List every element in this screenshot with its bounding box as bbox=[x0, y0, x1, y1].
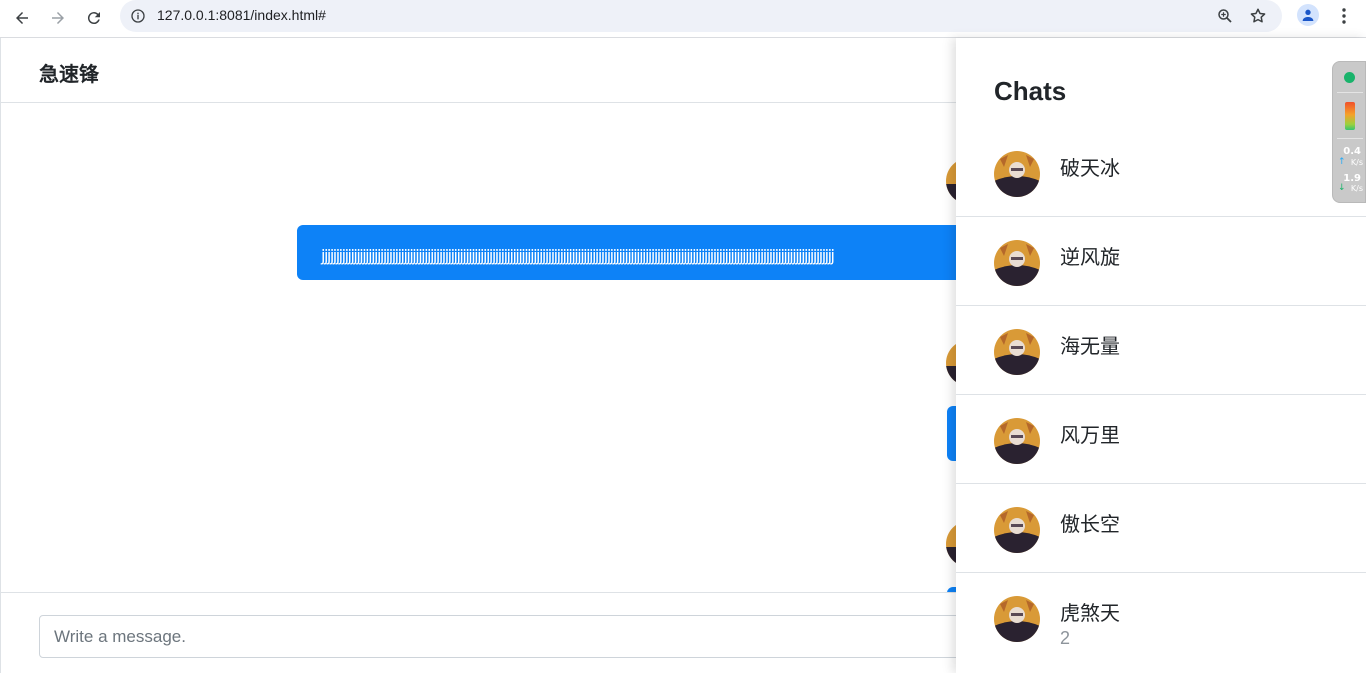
network-speed-widget[interactable]: 0.4 ↑ K/s 1.9 ↓ K/s bbox=[1332, 61, 1366, 203]
address-bar[interactable]: 127.0.0.1:8081/index.html# bbox=[120, 0, 1282, 32]
chat-name: 傲长空 bbox=[1060, 512, 1120, 536]
bookmark-star-icon[interactable] bbox=[1246, 4, 1270, 28]
divider bbox=[1337, 138, 1363, 139]
message-text: jjjjjjjjjjjjjjjjjjjjjjjjjjjjjjjjjjjjjjjj… bbox=[321, 246, 835, 265]
message-bubble: jjjjjjjjjjjjjjjjjjjjjjjjjjjjjjjjjjjjjjjj… bbox=[297, 225, 997, 280]
chat-name: 虎煞天 bbox=[1060, 601, 1120, 625]
upload-speed: 0.4 bbox=[1343, 146, 1361, 157]
zoom-icon[interactable] bbox=[1213, 4, 1237, 28]
chat-item[interactable]: 虎煞天 2 bbox=[956, 573, 1366, 662]
reload-icon[interactable] bbox=[79, 3, 109, 33]
page-title: 急速锋 bbox=[39, 62, 99, 86]
avatar bbox=[994, 151, 1040, 197]
avatar bbox=[994, 329, 1040, 375]
chat-item[interactable]: 风万里 bbox=[956, 395, 1366, 484]
profile-icon[interactable] bbox=[1297, 4, 1319, 26]
download-unit: K/s bbox=[1350, 184, 1363, 193]
message-input[interactable] bbox=[39, 615, 1039, 658]
chats-offcanvas: Chats 破天冰 逆风旋 海无量 风万里 傲长空 虎煞天 2 bbox=[956, 38, 1366, 673]
chat-name: 风万里 bbox=[1060, 423, 1120, 447]
chats-title: Chats bbox=[994, 76, 1067, 106]
chat-list: 破天冰 逆风旋 海无量 风万里 傲长空 虎煞天 2 bbox=[956, 128, 1366, 662]
back-arrow-icon[interactable] bbox=[7, 3, 37, 33]
chat-item[interactable]: 傲长空 bbox=[956, 484, 1366, 573]
chat-item[interactable]: 逆风旋 bbox=[956, 217, 1366, 306]
chat-item[interactable]: 破天冰 bbox=[956, 128, 1366, 217]
divider bbox=[1337, 92, 1363, 93]
avatar bbox=[994, 418, 1040, 464]
avatar bbox=[994, 507, 1040, 553]
more-menu-icon[interactable] bbox=[1334, 4, 1354, 28]
url-text[interactable]: 127.0.0.1:8081/index.html# bbox=[157, 7, 326, 23]
forward-arrow-icon[interactable] bbox=[43, 3, 73, 33]
unread-count: 2 bbox=[1060, 628, 1071, 648]
avatar bbox=[994, 596, 1040, 642]
browser-toolbar: 127.0.0.1:8081/index.html# bbox=[0, 0, 1366, 38]
upload-unit: K/s bbox=[1350, 158, 1363, 167]
status-dot-icon bbox=[1344, 72, 1355, 83]
chat-name: 破天冰 bbox=[1060, 156, 1120, 180]
avatar bbox=[994, 240, 1040, 286]
chat-item[interactable]: 海无量 bbox=[956, 306, 1366, 395]
signal-level-icon bbox=[1345, 102, 1355, 130]
chat-name: 逆风旋 bbox=[1060, 245, 1120, 269]
site-info-icon[interactable] bbox=[128, 6, 148, 26]
chat-name: 海无量 bbox=[1060, 334, 1120, 358]
